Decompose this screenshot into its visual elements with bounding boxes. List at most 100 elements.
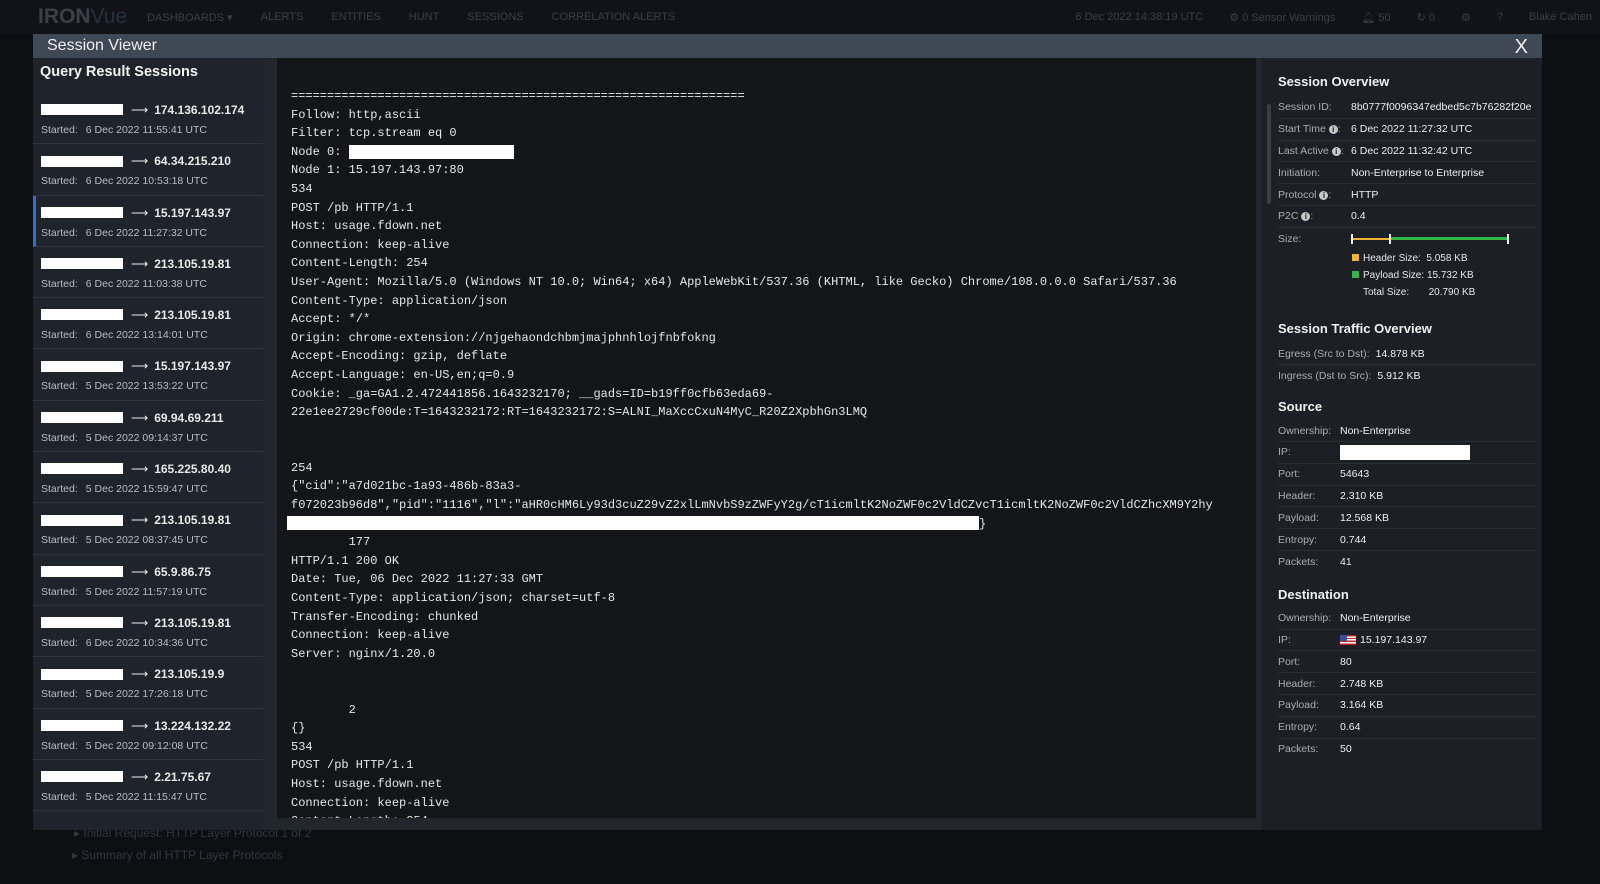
label: Ownership:	[1278, 612, 1332, 625]
info-icon[interactable]: i	[1319, 190, 1329, 200]
stream-line: Follow: http,ascii	[291, 106, 1256, 125]
stream-line: Cookie: _ga=GA1.2.472441856.1643232170; …	[291, 385, 1256, 404]
started-time: 5 Dec 2022 13:53:22 UTC	[85, 380, 208, 393]
nav-item[interactable]: DASHBOARDS ▾	[147, 11, 233, 24]
started-time: 5 Dec 2022 09:12:08 UTC	[85, 739, 208, 752]
nav-item[interactable]: CORRELATION ALERTS	[552, 11, 676, 24]
scrollbar[interactable]	[1267, 104, 1271, 204]
label: Payload Size:	[1363, 269, 1425, 281]
sensor-label: Sensor Warnings	[1251, 11, 1336, 24]
redacted-source	[41, 719, 123, 731]
egress-row: Egress (Src to Dst): 14.878 KB	[1278, 344, 1536, 366]
help-icon[interactable]: ?	[1497, 11, 1503, 23]
settings-icon[interactable]: ⚙	[1461, 11, 1471, 24]
nav-item[interactable]: SESSIONS	[467, 11, 523, 24]
source-row: Ownership: Non-Enterprise	[1278, 420, 1536, 442]
label: Egress (Src to Dst):	[1278, 347, 1370, 360]
header-size-bar	[1351, 237, 1390, 240]
destination-ip: 15.197.143.97	[154, 205, 231, 220]
line-text: Follow: http,ascii	[291, 107, 421, 122]
session-list-item[interactable]: ⟶ 15.197.143.97 Started: 6 Dec 2022 11:27:3…	[33, 195, 263, 247]
label: Protocol	[1278, 188, 1317, 201]
sensor-warnings[interactable]: ⚙ 0 Sensor Warnings	[1229, 11, 1335, 24]
session-list-item[interactable]: ⟶ 174.136.102.174 Started: 6 Dec 2022 11:55…	[33, 93, 263, 145]
stream-content[interactable]: ========================================…	[277, 58, 1256, 818]
source-row: Entropy: 0.744	[1278, 529, 1536, 551]
label: Payload:	[1278, 699, 1319, 712]
session-list-item[interactable]: ⟶ 213.105.19.81 Started: 6 Dec 2022 13:14:0…	[33, 298, 263, 350]
started-time: 5 Dec 2022 11:57:19 UTC	[85, 585, 207, 598]
arrow-right-icon: ⟶	[131, 308, 149, 323]
session-details-panel[interactable]: Session Overview Session ID: 8b0777f00963…	[1262, 58, 1542, 830]
started-time: 6 Dec 2022 13:14:01 UTC	[85, 329, 208, 342]
session-list-item[interactable]: ⟶ 64.34.215.210 Started: 6 Dec 2022 10:53:1…	[33, 144, 263, 196]
session-list-item[interactable]: ⟶ 213.105.19.81 Started: 6 Dec 2022 11:03:3…	[33, 247, 263, 299]
session-list-title: Query Result Sessions	[40, 64, 198, 80]
value: 12.568 KB	[1340, 511, 1390, 524]
session-list-item[interactable]: ⟶ 69.94.69.211 Started: 5 Dec 2022 09:14:37…	[33, 401, 263, 453]
protocol-row: Protocol i: HTTP	[1278, 184, 1536, 206]
stream-line: HTTP/1.1 200 OK	[291, 552, 1256, 571]
started-label: Started:	[41, 636, 78, 649]
line-text: Date: Tue, 06 Dec 2022 11:27:33 GMT	[291, 572, 544, 587]
line-text: {"cid":"a7d021bc-1a93-486b-83a3-	[291, 479, 522, 494]
arrow-right-icon: ⟶	[131, 410, 149, 425]
session-list-item[interactable]: ⟶ 213.105.19.81 Started: 6 Dec 2022 10:34:3…	[33, 606, 263, 658]
close-icon[interactable]: X	[1515, 36, 1528, 59]
value: 80	[1340, 655, 1352, 668]
gear-icon: ⚙	[1229, 11, 1240, 24]
session-list-item[interactable]: ⟶ 13.224.132.22 Started: 5 Dec 2022 09:12:0…	[33, 709, 263, 760]
value: 54643	[1340, 468, 1370, 481]
redacted-source	[41, 617, 123, 629]
destination-ip-link[interactable]: 15.197.143.97	[1360, 634, 1427, 646]
destination-title: Destination	[1278, 586, 1349, 602]
label: Size:	[1278, 232, 1302, 245]
redacted-source	[41, 514, 123, 526]
nav-item[interactable]: ENTITIES	[331, 11, 381, 24]
started-label: Started:	[41, 175, 78, 188]
info-icon[interactable]: i	[1331, 146, 1341, 156]
redacted-block	[287, 516, 979, 531]
egress-value: 14.878 KB	[1375, 347, 1425, 360]
destination-ip: 165.225.80.40	[154, 462, 231, 477]
ironvue-logo[interactable]: IRONVue	[38, 5, 127, 29]
session-list-item[interactable]: ⟶ 165.225.80.40 Started: 5 Dec 2022 15:59:4…	[33, 452, 263, 504]
destination-ip: 213.105.19.81	[154, 513, 231, 528]
traffic-overview-title: Session Traffic Overview	[1278, 320, 1432, 336]
session-list[interactable]: Query Result Sessions ⟶ 174.136.102.174 St…	[33, 58, 263, 830]
session-list-item[interactable]: ⟶ 15.197.143.97 Started: 5 Dec 2022 13:53:2…	[33, 349, 263, 401]
stream-line: 177	[291, 533, 1256, 552]
stream-line: Origin: chrome-extension://njgehaondchbm…	[291, 329, 1256, 348]
stream-line: }	[287, 515, 1256, 534]
line-text: 534	[291, 739, 313, 754]
info-icon[interactable]: i	[1328, 125, 1338, 135]
session-list-item[interactable]: ⟶ 213.105.19.81 Started: 5 Dec 2022 08:37:4…	[33, 503, 263, 555]
info-icon[interactable]: i	[1301, 212, 1311, 222]
stream-line	[291, 440, 1256, 459]
line-text: Accept-Encoding: gzip, deflate	[291, 349, 508, 364]
protocol-link[interactable]: HTTP	[1351, 189, 1378, 201]
payload-size-bar	[1389, 236, 1509, 240]
redacted-source	[41, 104, 123, 116]
bell-icon: 🔔︎	[1361, 11, 1376, 24]
line-text: Origin: chrome-extension://njgehaondchbm…	[291, 330, 716, 345]
header-size-value: 5.058 KB	[1426, 252, 1468, 264]
stream-line: 2	[291, 701, 1256, 720]
source-row: IP:	[1278, 442, 1536, 464]
nav-item[interactable]: ALERTS	[261, 11, 304, 24]
notifications[interactable]: 🔔︎ 50	[1361, 11, 1390, 24]
session-list-item[interactable]: ⟶ 2.21.75.67 Started: 5 Dec 2022 11:15:47 U…	[33, 760, 263, 812]
source-row: Port: 54643	[1278, 464, 1536, 486]
started-time: 5 Dec 2022 17:26:18 UTC	[85, 688, 208, 701]
line-text: Content-Length: 254	[291, 814, 428, 818]
session-list-item[interactable]: ⟶ 65.9.86.75 Started: 5 Dec 2022 11:57:19 U…	[33, 555, 263, 606]
session-list-item[interactable]: ⟶ 213.105.19.9 Started: 5 Dec 2022 17:26:18…	[33, 657, 263, 709]
started-time: 6 Dec 2022 10:34:36 UTC	[85, 636, 208, 649]
user-name[interactable]: Blake Cahen	[1529, 11, 1592, 23]
nav-item[interactable]: HUNT	[409, 11, 440, 24]
redacted-source	[41, 668, 123, 680]
arrow-right-icon: ⟶	[131, 154, 149, 169]
refresh[interactable]: ↻ 0	[1417, 11, 1435, 24]
stream-line: Content-Type: application/json	[291, 292, 1256, 311]
session-id-row: Session ID: 8b0777f0096347edbed5c7b76282f…	[1278, 97, 1536, 119]
